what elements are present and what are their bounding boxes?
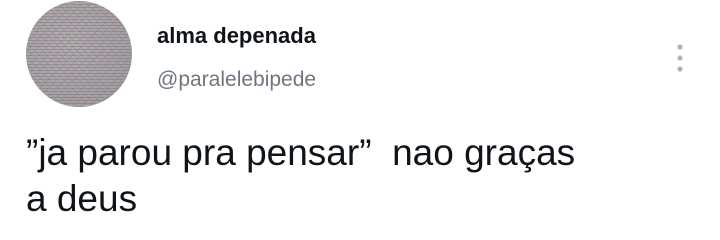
tweet-text: ”ja parou pra pensar” nao graças a deus <box>26 132 576 219</box>
tweet-card: alma depenada @paralelebipede ”ja parou … <box>0 0 720 240</box>
avatar[interactable] <box>26 1 132 107</box>
more-options-button[interactable] <box>668 40 692 76</box>
user-handle[interactable]: @paralelebipede <box>157 68 316 92</box>
display-name[interactable]: alma depenada <box>157 23 316 49</box>
more-vertical-icon <box>677 44 683 72</box>
